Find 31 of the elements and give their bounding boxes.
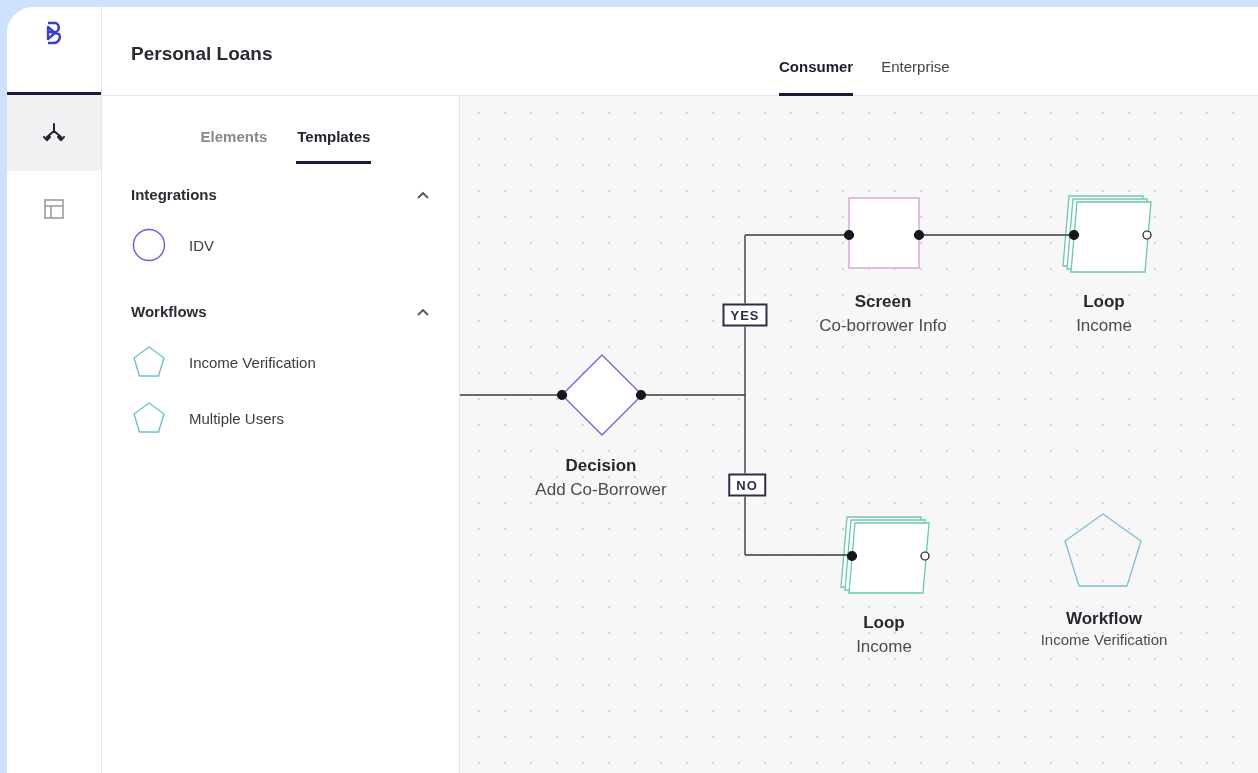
node-title: Loop (1082, 291, 1126, 313)
section-title: Workflows (131, 303, 207, 320)
node-subtitle: Co-borrower Info (819, 315, 947, 337)
template-item[interactable]: Income Verification (189, 353, 316, 371)
tab[interactable]: Elements (199, 128, 269, 164)
logo-icon (45, 21, 63, 45)
node-title: Decision (564, 455, 638, 477)
node-title: Loop (862, 612, 906, 634)
branch-label: YES (722, 303, 768, 327)
node-subtitle: Income Verification (1040, 631, 1168, 649)
tab[interactable]: Enterprise (881, 58, 950, 96)
stacked-cards-node[interactable] (1062, 195, 1152, 273)
diamond-node[interactable] (556, 354, 647, 436)
node-title: Screen (853, 291, 913, 313)
section-title: Integrations (131, 186, 217, 203)
template-item[interactable]: IDV (189, 236, 214, 254)
template-item[interactable]: Multiple Users (189, 409, 285, 427)
node-title: Workflow (1064, 608, 1144, 630)
tab[interactable]: Templates (296, 128, 372, 164)
circle-icon (131, 227, 167, 263)
page-title: Personal Loans (130, 42, 274, 66)
node-subtitle: Income (856, 636, 912, 658)
square-node[interactable] (843, 197, 925, 269)
pentagon-icon (131, 344, 167, 380)
node-subtitle: Add Co-Borrower (535, 479, 667, 501)
layout-icon (42, 197, 66, 221)
pentagon-icon (131, 400, 167, 436)
pentagon-node[interactable] (1064, 513, 1142, 587)
branch-label: NO (728, 473, 766, 497)
node-subtitle: Income (1076, 315, 1132, 337)
stacked-cards-node[interactable] (840, 516, 930, 594)
